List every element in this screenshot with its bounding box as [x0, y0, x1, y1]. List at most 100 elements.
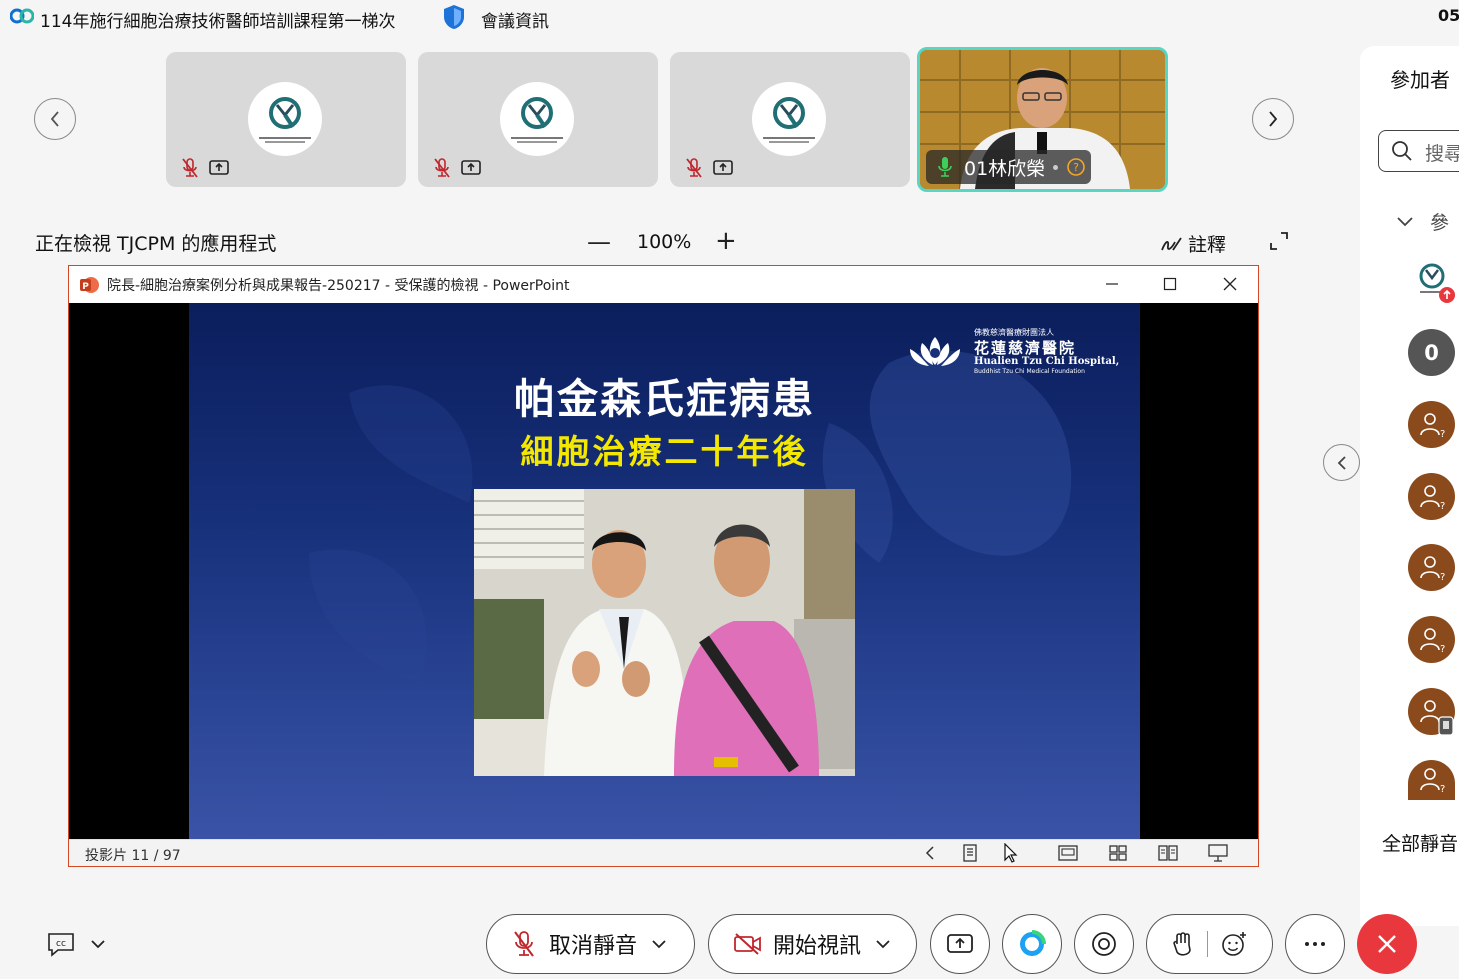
guest-user-icon: ? [1419, 768, 1445, 794]
group-label: 參 [1430, 212, 1450, 234]
chevron-down-icon [876, 940, 890, 949]
guest-avatar[interactable]: ? [1408, 544, 1455, 591]
chevron-left-icon [50, 111, 59, 127]
record-icon [1092, 932, 1116, 956]
panel-collapse-button[interactable] [1323, 444, 1360, 481]
slide-counter: 投影片 11 / 97 [85, 848, 181, 864]
slide-photo [474, 489, 855, 776]
speaker-name: 01林欣榮 [964, 157, 1046, 180]
mobile-device-icon [1438, 716, 1454, 736]
active-speaker-video[interactable]: 01林欣榮 ? [917, 47, 1168, 192]
svg-text:P: P [82, 282, 89, 292]
guest-user-icon: ? [1419, 412, 1445, 439]
tjcpm-logo-icon [248, 82, 322, 156]
filmstrip-next-button[interactable] [1252, 98, 1294, 140]
mute-all-button[interactable]: 全部靜音 [1382, 829, 1458, 856]
svg-text:?: ? [1440, 572, 1445, 582]
captions-button[interactable]: cc [46, 931, 106, 957]
emoji-add-icon [1222, 932, 1246, 956]
zoom-out-button[interactable]: — [587, 228, 611, 256]
record-button[interactable] [1074, 914, 1134, 974]
chevron-down-icon [652, 940, 666, 949]
closed-captions-icon: cc [48, 933, 74, 957]
chevron-left-icon[interactable] [919, 843, 941, 863]
close-window-button[interactable] [1210, 272, 1250, 296]
doctor-patient-photo [474, 489, 855, 776]
maximize-button[interactable] [1150, 272, 1190, 296]
leave-meeting-button[interactable] [1357, 914, 1417, 974]
slideshow-icon[interactable] [1207, 843, 1229, 863]
svg-text:?: ? [1440, 784, 1445, 794]
guest-avatar[interactable]: ? [1408, 616, 1455, 663]
shield-icon[interactable] [441, 3, 467, 31]
active-mic-icon [938, 157, 952, 177]
normal-view-icon[interactable] [1057, 843, 1079, 863]
svg-text:?: ? [1440, 501, 1445, 511]
clock: 05 [1438, 6, 1459, 25]
svg-text:cc: cc [56, 939, 66, 949]
zoom-in-button[interactable]: + [715, 226, 737, 256]
muted-mic-icon [182, 158, 198, 178]
chevron-right-icon [1269, 111, 1278, 127]
annotate-button[interactable]: 註釋 [1160, 230, 1226, 257]
svg-text:?: ? [1073, 161, 1079, 174]
filmstrip-prev-button[interactable] [34, 98, 76, 140]
unmute-button[interactable]: 取消靜音 [486, 914, 695, 974]
zoom-level: 100% [637, 231, 692, 253]
start-video-button[interactable]: 開始視訊 [708, 914, 917, 974]
participant-search-input[interactable]: 搜尋 [1378, 130, 1459, 172]
fullscreen-icon[interactable] [1268, 230, 1290, 252]
share-screen-icon [461, 160, 481, 175]
participant-tile[interactable] [418, 52, 658, 187]
powerpoint-icon: P [80, 277, 99, 293]
muted-mic-icon [514, 931, 534, 957]
minimize-icon [1106, 283, 1118, 285]
reactions-button[interactable] [1146, 914, 1273, 974]
ai-assistant-icon [1020, 930, 1046, 956]
muted-mic-icon [434, 158, 450, 178]
webex-logo-icon [10, 8, 34, 24]
guest-avatar[interactable]: ? [1408, 401, 1455, 448]
share-screen-icon [947, 934, 973, 953]
maximize-icon [1163, 277, 1177, 291]
reading-view-icon[interactable] [1157, 843, 1179, 863]
more-options-button[interactable] [1285, 914, 1345, 974]
participant-avatar[interactable] [1408, 256, 1455, 303]
panel-title: 參加者 [1390, 68, 1450, 92]
help-icon: ? [1067, 158, 1085, 176]
video-off-icon [734, 933, 761, 955]
share-button[interactable] [930, 914, 990, 974]
guest-avatar[interactable]: ? [1408, 688, 1455, 736]
chevron-down-icon [91, 940, 105, 949]
muted-mic-icon [686, 158, 702, 178]
svg-text:?: ? [1440, 644, 1445, 654]
tjcpm-logo-icon [500, 82, 574, 156]
chevron-down-icon [1397, 216, 1413, 226]
slide-sorter-icon[interactable] [1107, 843, 1129, 863]
guest-avatar[interactable]: ? [1408, 473, 1455, 520]
guest-avatar[interactable]: ? [1408, 760, 1455, 800]
slide-subtitle: 細胞治療二十年後 [520, 432, 809, 471]
minimize-button[interactable] [1092, 272, 1132, 296]
close-icon [1378, 935, 1396, 953]
slide-viewport: 佛教慈濟醫療財團法人 花蓮慈濟醫院 Hualien Tzu Chi Hospit… [69, 303, 1258, 839]
share-screen-icon [209, 160, 229, 175]
search-placeholder: 搜尋 [1425, 143, 1459, 165]
ai-assistant-button[interactable] [1002, 914, 1062, 974]
participant-tile[interactable] [670, 52, 910, 187]
participant-tile[interactable] [166, 52, 406, 187]
notes-icon[interactable] [959, 843, 981, 863]
shared-ppt-window: P 院長-細胞治療案例分析與成果報告-250217 - 受保護的檢視 - Pow… [68, 265, 1259, 867]
slide: 佛教慈濟醫療財團法人 花蓮慈濟醫院 Hualien Tzu Chi Hospit… [189, 303, 1140, 839]
title-bar: 114年施行細胞治療技術醫師培訓課程第一梯次 會議資訊 05 [0, 0, 1459, 36]
viewing-label: 正在檢視 TJCPM 的應用程式 [35, 233, 277, 255]
meeting-info-link[interactable]: 會議資訊 [481, 7, 549, 32]
svg-text:?: ? [1440, 429, 1445, 439]
guest-user-icon: ? [1419, 484, 1445, 511]
chevron-left-icon [1337, 455, 1346, 470]
participant-count-badge[interactable]: 0 [1408, 329, 1455, 376]
participant-group-toggle[interactable]: 參 [1396, 208, 1449, 235]
share-screen-icon [713, 160, 733, 175]
slide-title: 帕金森氏症病患 [514, 375, 815, 423]
unmute-label: 取消靜音 [549, 934, 638, 959]
